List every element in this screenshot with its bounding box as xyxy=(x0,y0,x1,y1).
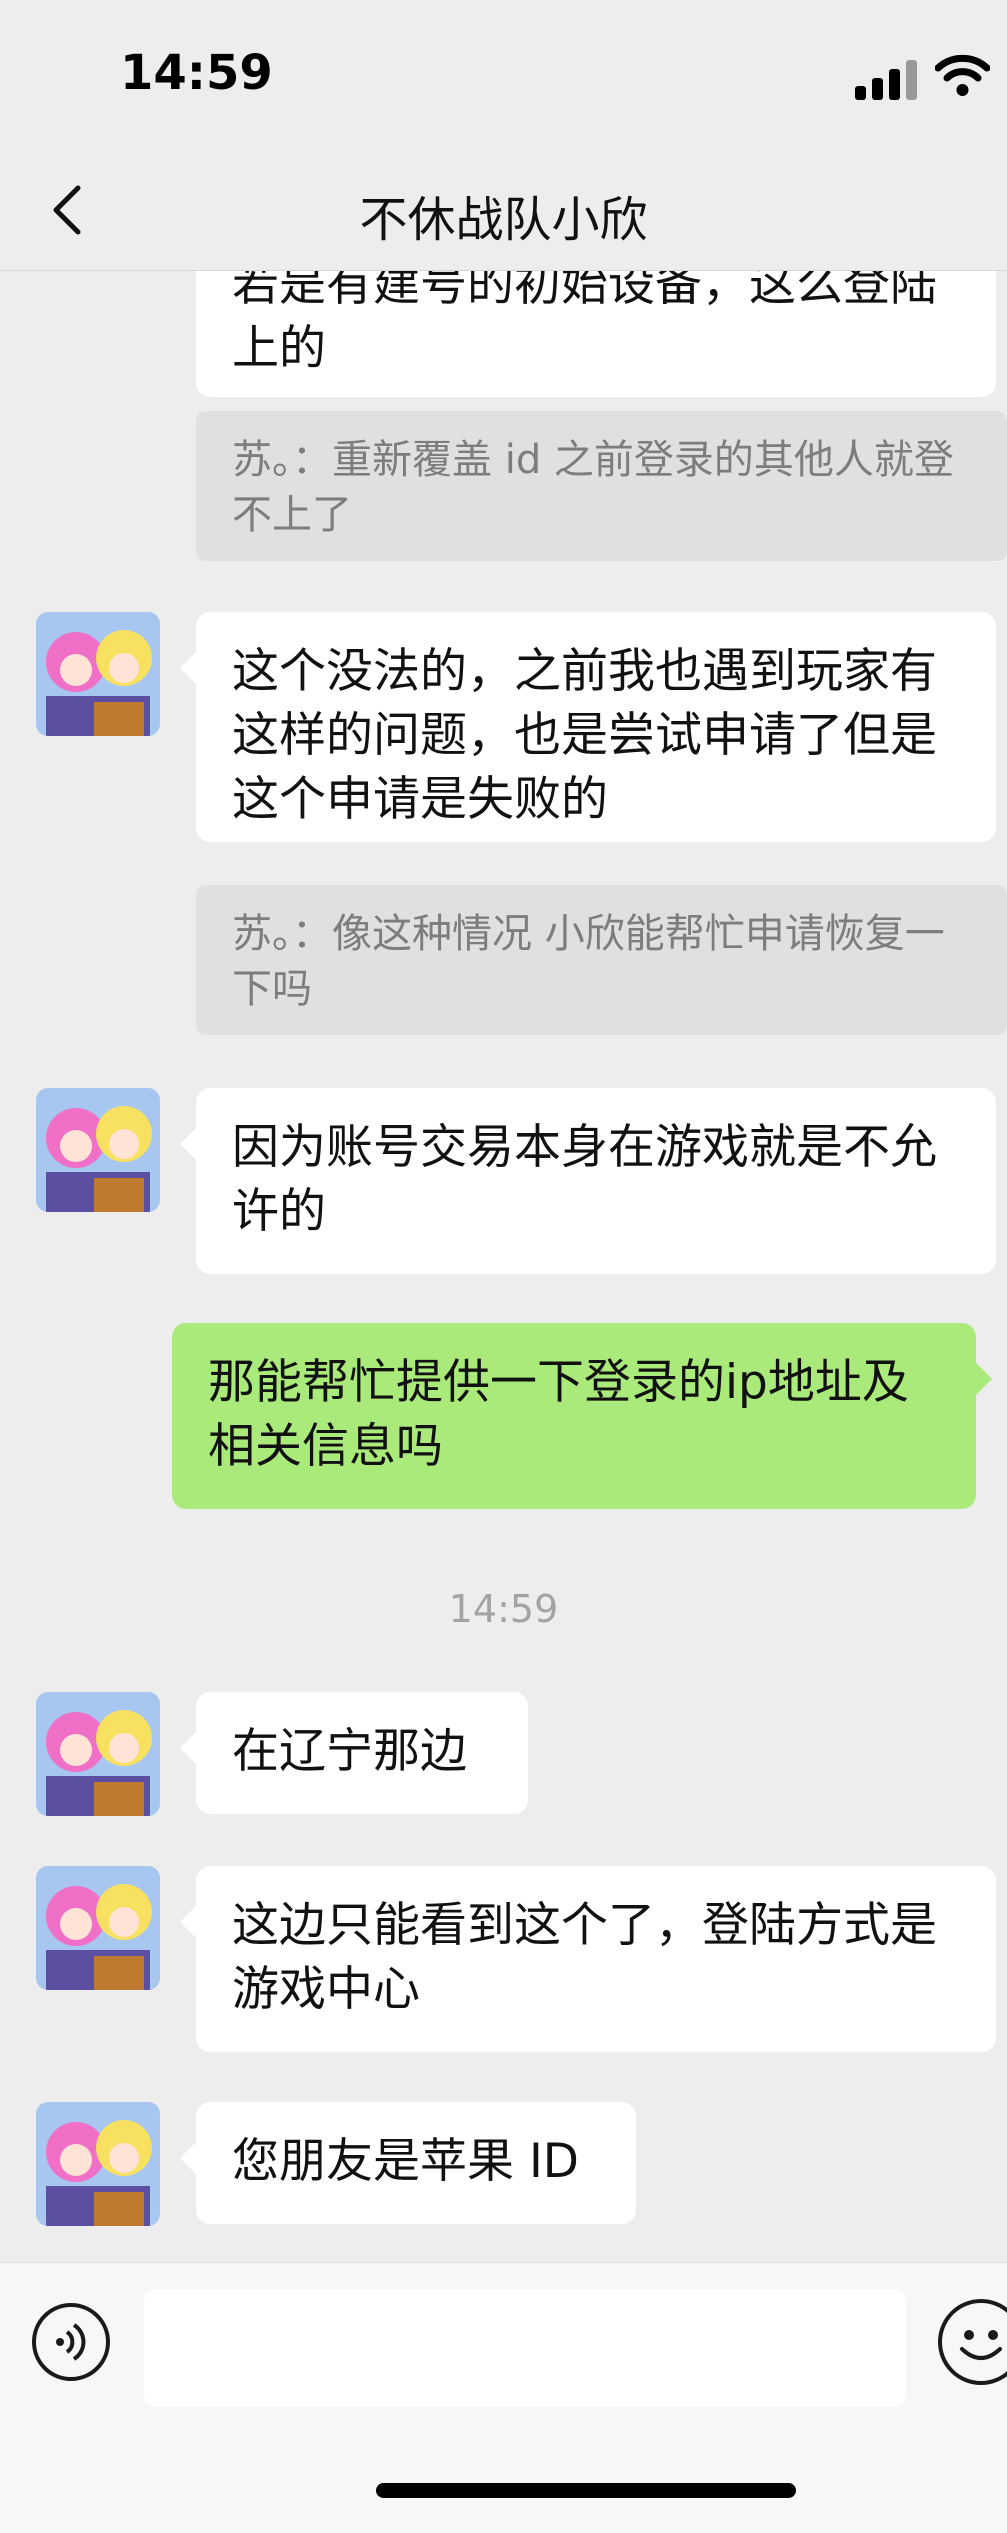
message-bubble[interactable]: 您朋友是苹果 ID xyxy=(180,2102,636,2224)
voice-icon xyxy=(56,2323,86,2361)
emoji-icon xyxy=(960,2330,1002,2360)
avatar[interactable] xyxy=(36,612,160,736)
avatar-image xyxy=(36,612,160,736)
avatar-image xyxy=(36,1692,160,1816)
input-bar xyxy=(0,2262,1007,2533)
avatar[interactable] xyxy=(36,2102,160,2226)
avatar-image xyxy=(36,1866,160,1990)
home-indicator[interactable] xyxy=(376,2483,796,2498)
status-bar: 14:59 xyxy=(0,0,1007,150)
chat-history[interactable]: 若是有建号的初始设备，这么登陆上的 苏。：重新覆盖 id 之前登录的其他人就登不… xyxy=(0,271,1007,2261)
message-bubble-sent[interactable]: 那能帮忙提供一下登录的ip地址及相关信息吗 xyxy=(172,1323,992,1509)
message-bubble[interactable]: 因为账号交易本身在游戏就是不允许的 xyxy=(180,1088,996,1274)
status-time: 14:59 xyxy=(120,45,273,101)
signal-icon xyxy=(855,58,917,100)
avatar-image xyxy=(36,2102,160,2226)
emoji-button[interactable] xyxy=(938,2299,1007,2385)
message-bubble[interactable]: 这边只能看到这个了，登陆方式是游戏中心 xyxy=(180,1866,996,2052)
quoted-message[interactable]: 苏。：重新覆盖 id 之前登录的其他人就登不上了 xyxy=(196,411,1007,561)
avatar[interactable] xyxy=(36,1692,160,1816)
message-bubble[interactable]: 这个没法的，之前我也遇到玩家有这样的问题，也是尝试申请了但是这个申请是失败的 xyxy=(180,612,996,842)
wifi-icon xyxy=(935,54,990,96)
message-bubble[interactable]: 在辽宁那边 xyxy=(180,1692,528,1814)
message-input[interactable] xyxy=(144,2289,906,2407)
chat-title: 不休战队小欣 xyxy=(359,192,648,248)
avatar[interactable] xyxy=(36,1866,160,1990)
voice-button[interactable] xyxy=(32,2303,110,2381)
nav-bar: 不休战队小欣 xyxy=(0,150,1007,271)
timestamp: 14:59 xyxy=(448,1587,559,1631)
avatar-image xyxy=(36,1088,160,1212)
avatar[interactable] xyxy=(36,1088,160,1212)
message-bubble[interactable]: 若是有建号的初始设备，这么登陆上的 xyxy=(196,271,996,397)
quoted-message[interactable]: 苏。：像这种情况 小欣能帮忙申请恢复一下吗 xyxy=(196,885,1007,1035)
